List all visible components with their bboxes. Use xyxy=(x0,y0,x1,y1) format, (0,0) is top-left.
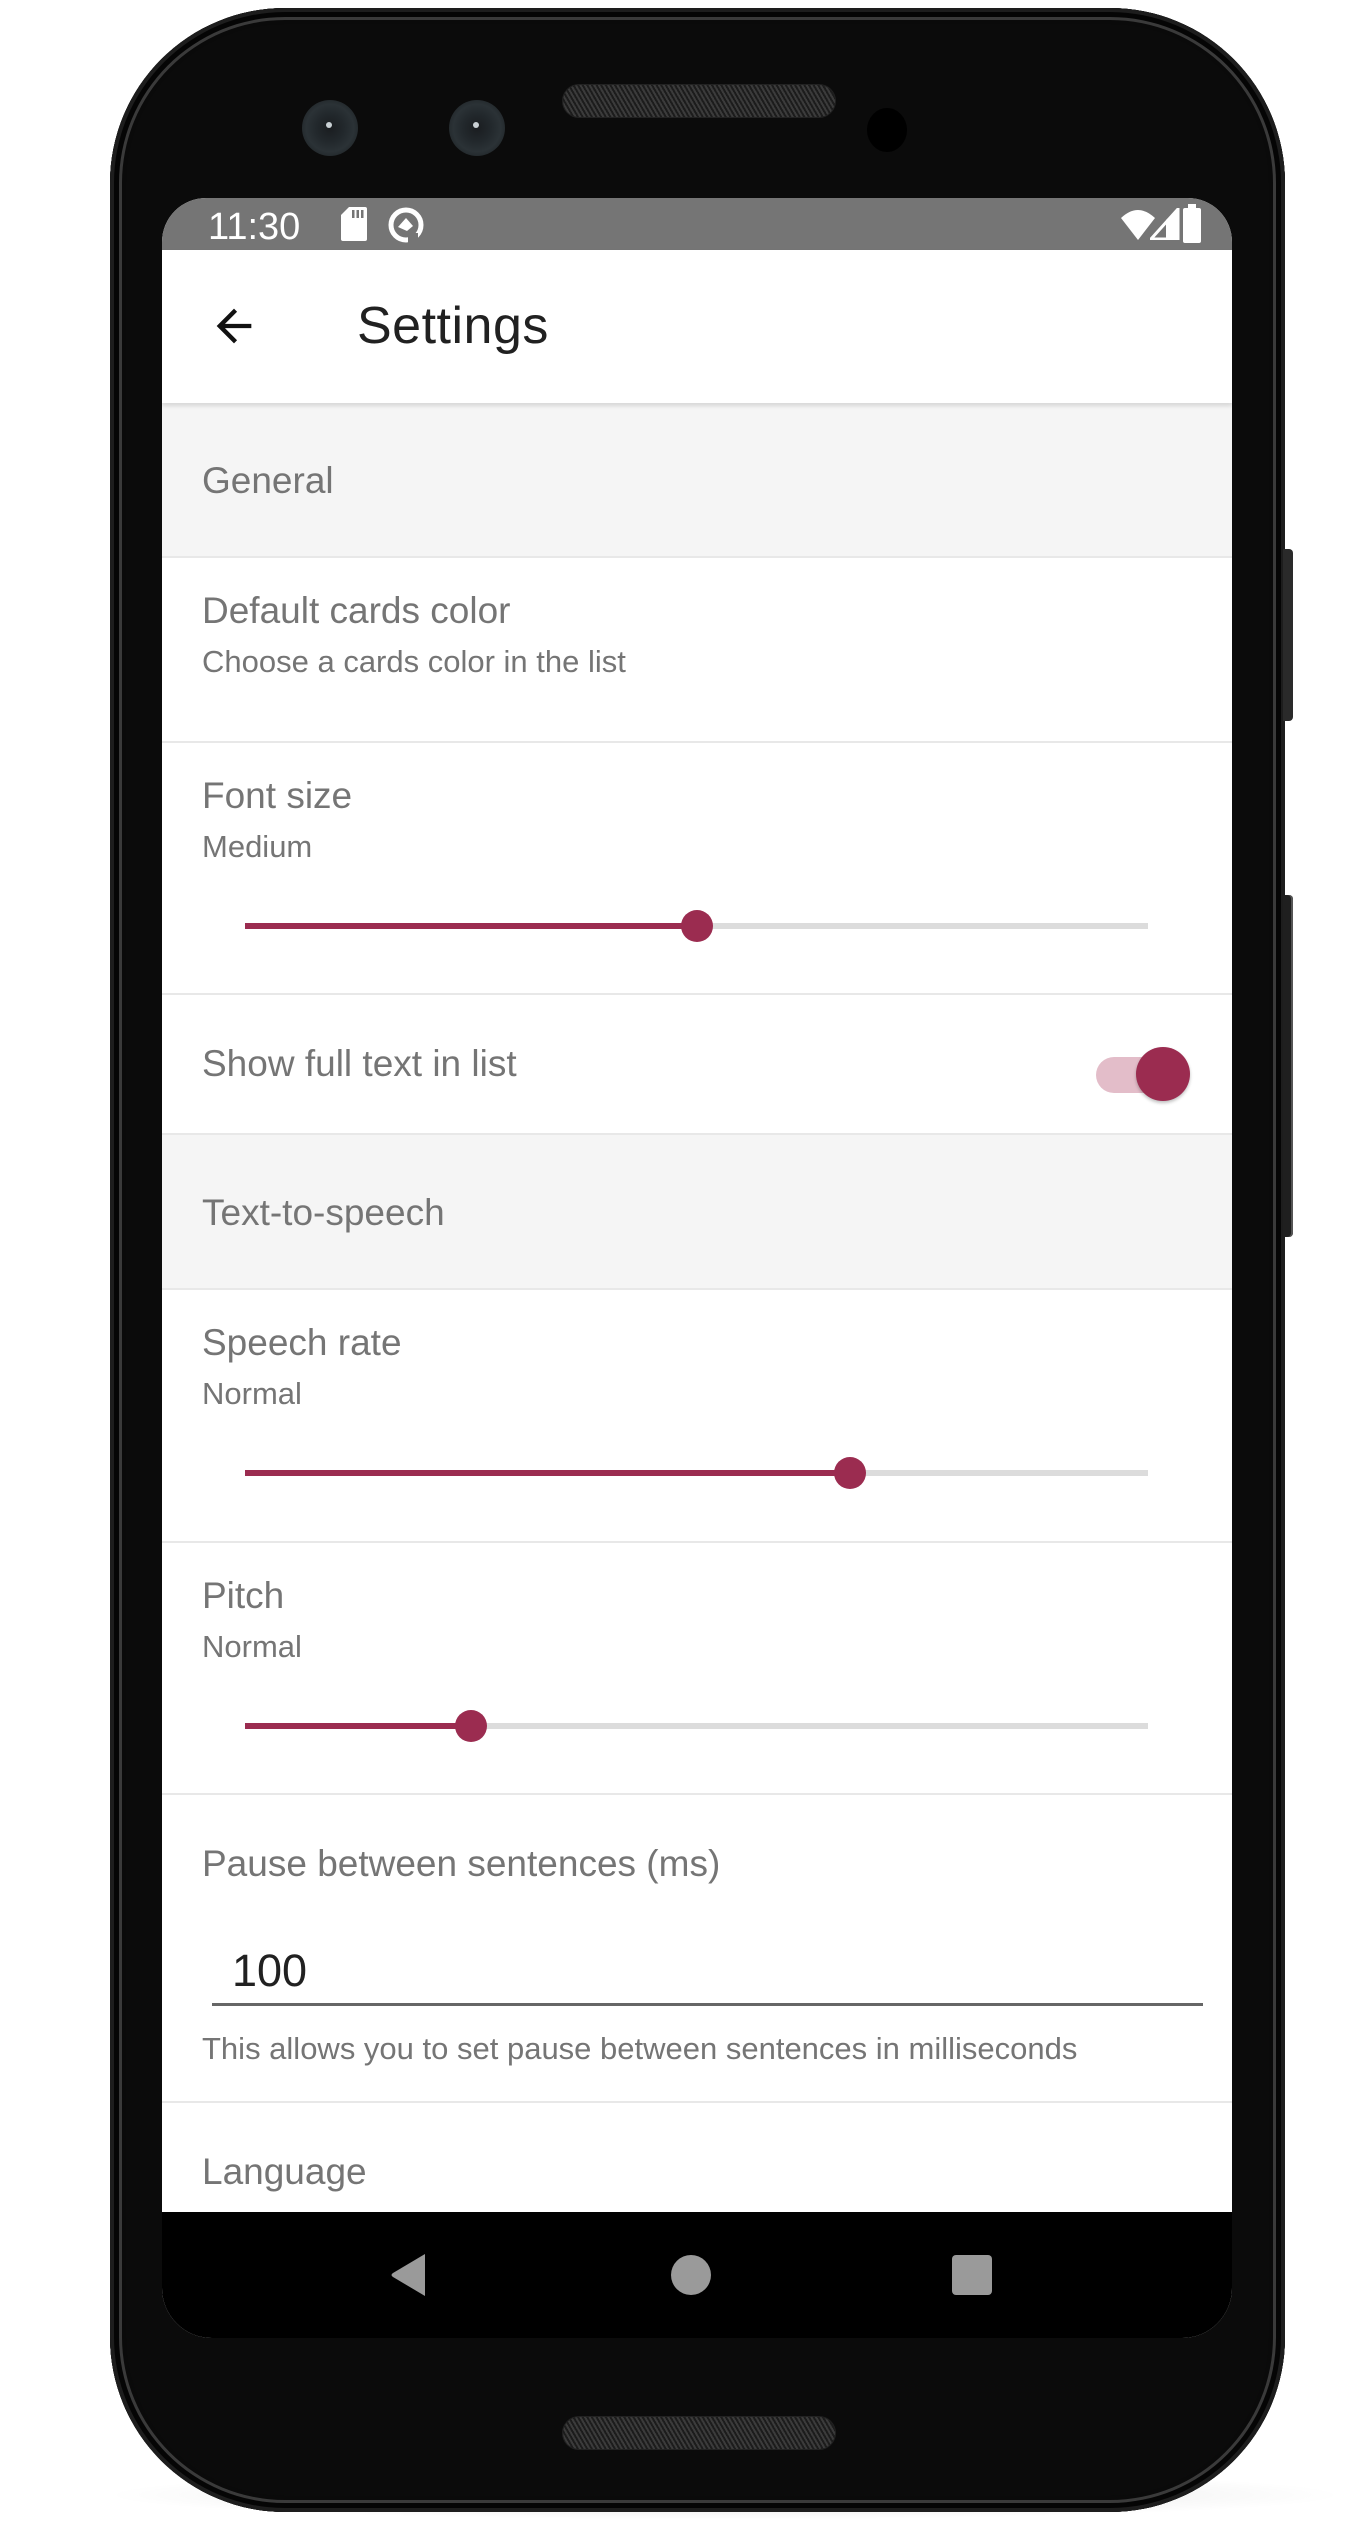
category-title: General xyxy=(202,460,334,501)
nav-back-icon[interactable] xyxy=(387,2252,433,2298)
slider-fill xyxy=(245,1723,471,1729)
pause-ms-input[interactable] xyxy=(212,1945,1203,2006)
sd-card-icon xyxy=(341,207,367,241)
pitch-slider[interactable] xyxy=(245,1706,1148,1746)
status-bar: 11:30 xyxy=(162,198,1232,250)
pref-speech-rate: Speech rate Normal xyxy=(162,1290,1232,1543)
pref-title: Default cards color xyxy=(202,590,511,631)
arrow-back-icon[interactable] xyxy=(208,300,260,352)
pref-summary: Normal xyxy=(202,1376,302,1411)
pref-summary: Choose a cards color in the list xyxy=(202,644,626,679)
pref-title: Speech rate xyxy=(202,1322,402,1363)
slider-thumb[interactable] xyxy=(680,910,713,942)
status-time: 11:30 xyxy=(208,206,301,248)
slider-fill xyxy=(245,923,697,929)
nav-recents-icon[interactable] xyxy=(949,2252,995,2298)
screen: 11:30 Settings General Default cards col… xyxy=(162,198,1232,2338)
front-camera-icon xyxy=(449,100,505,156)
show-full-text-switch[interactable] xyxy=(1096,1047,1190,1103)
app-bar: Settings xyxy=(162,250,1232,403)
slider-thumb[interactable] xyxy=(834,1457,866,1489)
data-saver-icon xyxy=(388,207,424,243)
cell-signal-icon xyxy=(1150,208,1180,240)
category-text-to-speech: Text-to-speech xyxy=(162,1135,1232,1290)
pref-helper-text: This allows you to set pause between sen… xyxy=(202,2031,1078,2066)
bottom-speaker xyxy=(563,2417,835,2449)
slider-thumb[interactable] xyxy=(454,1710,487,1742)
nav-home-icon[interactable] xyxy=(668,2252,714,2298)
pref-title: Pause between sentences (ms) xyxy=(202,1843,721,1884)
front-camera-icon xyxy=(302,100,358,156)
pref-default-cards-color[interactable]: Default cards color Choose a cards color… xyxy=(162,558,1232,743)
pref-summary: Medium xyxy=(202,829,313,864)
power-button xyxy=(1283,549,1293,721)
pref-pitch: Pitch Normal xyxy=(162,1543,1232,1795)
category-general: General xyxy=(162,403,1232,558)
battery-icon xyxy=(1183,204,1201,243)
speech-rate-slider[interactable] xyxy=(245,1453,1148,1493)
font-size-slider[interactable] xyxy=(245,906,1148,946)
pref-language[interactable]: Language xyxy=(162,2103,1232,2212)
pref-pause-between-sentences: Pause between sentences (ms) This allows… xyxy=(162,1795,1232,2103)
navigation-bar xyxy=(162,2212,1232,2338)
pref-title: Show full text in list xyxy=(202,1043,517,1084)
earpiece-speaker xyxy=(563,85,835,117)
pref-title: Font size xyxy=(202,775,353,816)
pref-title: Pitch xyxy=(202,1575,285,1616)
switch-thumb xyxy=(1136,1047,1190,1101)
page-title: Settings xyxy=(357,297,549,355)
volume-button xyxy=(1283,895,1293,1237)
pref-show-full-text[interactable]: Show full text in list xyxy=(162,995,1232,1135)
category-title: Text-to-speech xyxy=(202,1192,445,1233)
slider-fill xyxy=(245,1470,850,1476)
settings-list[interactable]: General Default cards color Choose a car… xyxy=(162,403,1232,2212)
proximity-sensor xyxy=(867,108,907,152)
pref-font-size: Font size Medium xyxy=(162,743,1232,995)
pref-title: Language xyxy=(202,2151,367,2192)
pref-summary: Normal xyxy=(202,1629,302,1664)
